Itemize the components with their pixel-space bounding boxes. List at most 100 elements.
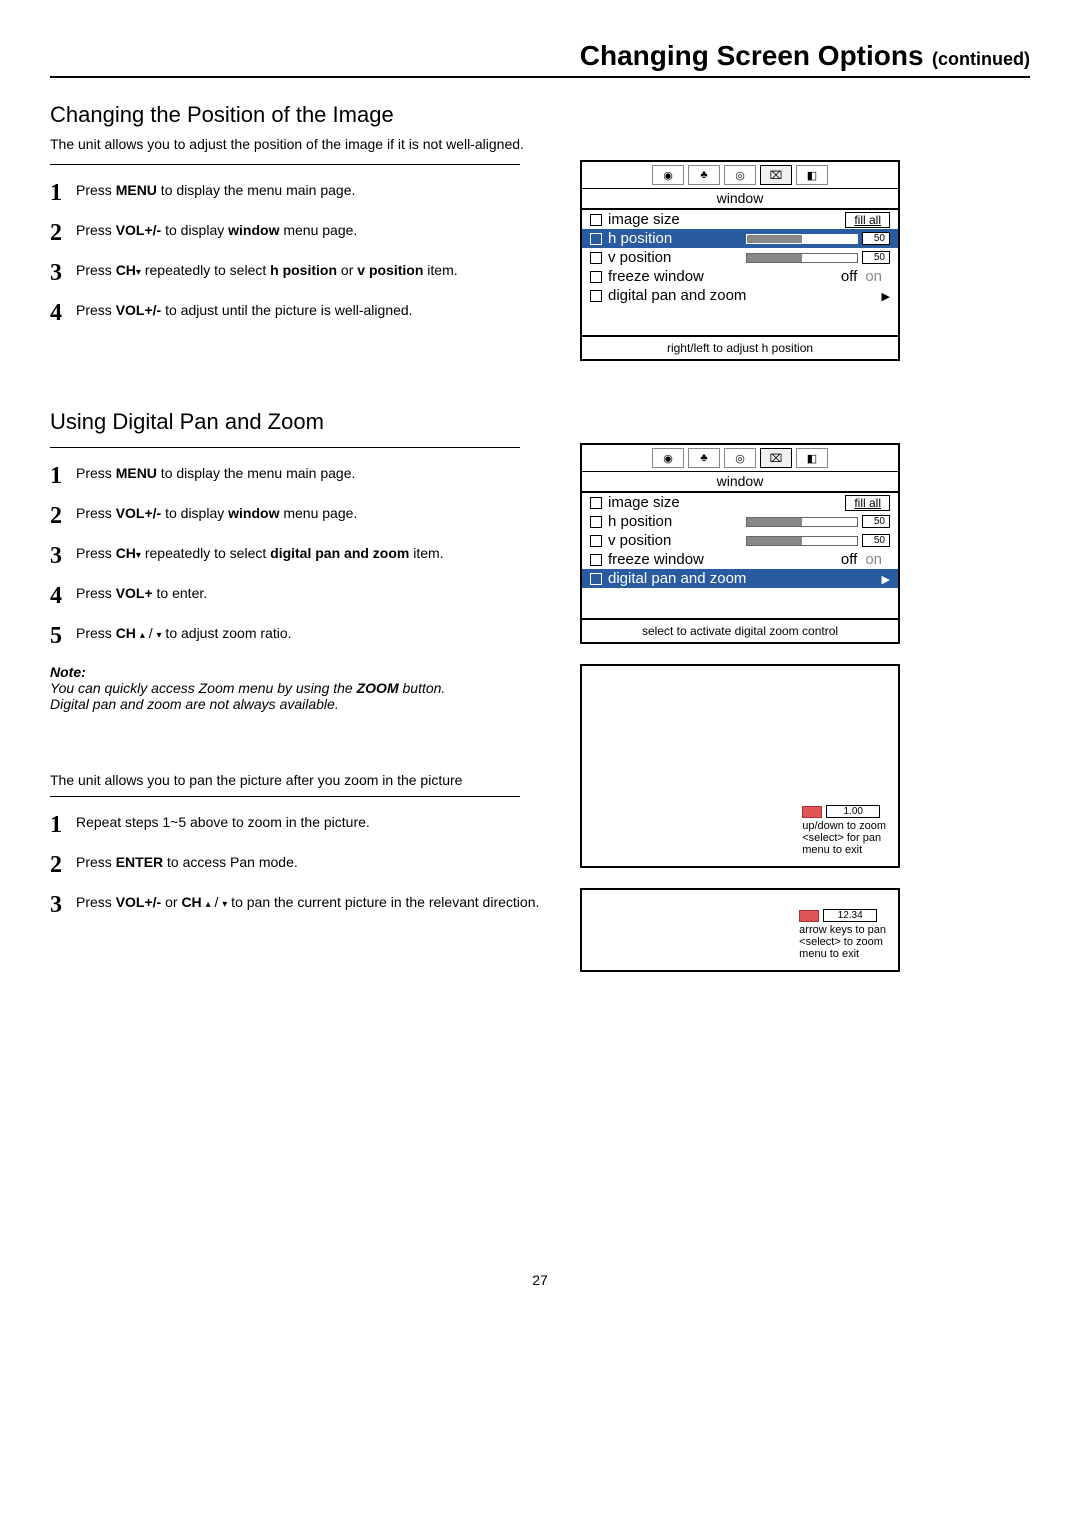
zoom-hint: up/down to zoom [802, 820, 886, 832]
osd-tab-icon: ◧ [796, 448, 828, 468]
step-number: 2 [50, 221, 76, 245]
osd-row-h-position: h position 50 [582, 512, 898, 531]
osd-value: fill all [845, 495, 890, 511]
step-text: Press VOL+/- to display window menu page… [76, 504, 357, 524]
osd-row-dpz: digital pan and zoom [582, 286, 898, 305]
osd-slider [746, 234, 858, 244]
osd-value: 50 [862, 232, 890, 245]
zoom-hint: menu to exit [799, 948, 886, 960]
step-text: Press VOL+/- or CH / to pan the current … [76, 893, 539, 913]
osd-bullet-icon [590, 516, 602, 528]
zoom-hint: arrow keys to pan [799, 924, 886, 936]
osd-subtitle: window [582, 472, 898, 493]
step: 1 Repeat steps 1~5 above to zoom in the … [50, 813, 540, 837]
osd-tab-icon: ◎ [724, 165, 756, 185]
osd-bullet-icon [590, 554, 602, 566]
osd-tab-window-icon: ⌧ [760, 448, 792, 468]
step-text: Press CH repeatedly to select h position… [76, 261, 458, 281]
osd-row-freeze: freeze window off on [582, 267, 898, 286]
chevron-up-icon [140, 625, 145, 641]
step: 3 Press CH repeatedly to select digital … [50, 544, 540, 568]
divider [50, 164, 520, 165]
step-number: 1 [50, 181, 76, 205]
step-number: 3 [50, 261, 76, 285]
osd-value: 50 [862, 515, 890, 528]
zoom-overlay: 1.00 up/down to zoom <select> for pan me… [802, 805, 886, 856]
zoom-hint: <select> for pan [802, 832, 886, 844]
osd-slider [746, 536, 858, 546]
zoom-hint: menu to exit [802, 844, 886, 856]
zoom-badge-icon [802, 806, 822, 818]
osd-tab-icon: ◉ [652, 165, 684, 185]
step-text: Press MENU to display the menu main page… [76, 181, 355, 201]
osd-tab-icon: ♣ [688, 165, 720, 185]
step: 4 Press VOL+ to enter. [50, 584, 540, 608]
chevron-right-icon [882, 570, 890, 587]
intro-text: The unit allows you to adjust the positi… [50, 136, 1030, 152]
osd-tab-bar: ◉ ♣ ◎ ⌧ ◧ [582, 445, 898, 472]
note-body: You can quickly access Zoom menu by usin… [50, 680, 540, 712]
osd-menu-window-2: ◉ ♣ ◎ ⌧ ◧ window image size fill all h p… [580, 443, 900, 644]
divider [50, 796, 520, 797]
osd-caption: right/left to adjust h position [582, 335, 898, 359]
step-text: Press VOL+/- to display window menu page… [76, 221, 357, 241]
osd-tab-icon: ◧ [796, 165, 828, 185]
step-number: 4 [50, 584, 76, 608]
osd-menu-window-1: ◉ ♣ ◎ ⌧ ◧ window image size fill all h p… [580, 160, 900, 361]
osd-tab-bar: ◉ ♣ ◎ ⌧ ◧ [582, 162, 898, 189]
page-title: Changing Screen Options [580, 40, 924, 71]
step-number: 1 [50, 464, 76, 488]
zoom-value: 1.00 [826, 805, 880, 818]
step: 4 Press VOL+/- to adjust until the pictu… [50, 301, 540, 325]
step-text: Press CH repeatedly to select digital pa… [76, 544, 444, 564]
step-number: 3 [50, 544, 76, 568]
osd-bullet-icon [590, 271, 602, 283]
chevron-right-icon [882, 287, 890, 304]
osd-tab-icon: ◎ [724, 448, 756, 468]
zoom-badge-icon [799, 910, 819, 922]
step-number: 1 [50, 813, 76, 837]
osd-bullet-icon [590, 497, 602, 509]
osd-slider [746, 517, 858, 527]
note-heading: Note: [50, 664, 540, 680]
step: 2 Press VOL+/- to display window menu pa… [50, 221, 540, 245]
page-number: 27 [50, 1272, 1030, 1288]
step: 1 Press MENU to display the menu main pa… [50, 181, 540, 205]
step-text: Press VOL+ to enter. [76, 584, 207, 604]
section-title-dpz: Using Digital Pan and Zoom [50, 409, 1030, 435]
osd-value: 50 [862, 251, 890, 264]
steps-list: 1 Press MENU to display the menu main pa… [50, 464, 540, 648]
zoom-value: 12.34 [823, 909, 877, 922]
osd-row-freeze: freeze window off on [582, 550, 898, 569]
chevron-up-icon [206, 894, 211, 910]
osd-slider [746, 253, 858, 263]
osd-row-image-size: image size fill all [582, 210, 898, 229]
osd-subtitle: window [582, 189, 898, 210]
step: 3 Press VOL+/- or CH / to pan the curren… [50, 893, 540, 917]
osd-bullet-icon [590, 214, 602, 226]
zoom-preview-1: 1.00 up/down to zoom <select> for pan me… [580, 664, 900, 868]
step-number: 4 [50, 301, 76, 325]
osd-bullet-icon [590, 573, 602, 585]
osd-bullet-icon [590, 290, 602, 302]
zoom-hint: <select> to zoom [799, 936, 886, 948]
steps-list: 1 Repeat steps 1~5 above to zoom in the … [50, 813, 540, 917]
osd-row-v-position: v position 50 [582, 248, 898, 267]
page-title-continued: (continued) [932, 49, 1030, 69]
osd-bullet-icon [590, 233, 602, 245]
osd-tab-icon: ♣ [688, 448, 720, 468]
intro-text: The unit allows you to pan the picture a… [50, 772, 540, 788]
step-text: Press VOL+/- to adjust until the picture… [76, 301, 413, 321]
step: 1 Press MENU to display the menu main pa… [50, 464, 540, 488]
step-number: 2 [50, 504, 76, 528]
osd-row-h-position: h position 50 [582, 229, 898, 248]
step-text: Press CH / to adjust zoom ratio. [76, 624, 292, 644]
osd-bullet-icon [590, 252, 602, 264]
step-text: Repeat steps 1~5 above to zoom in the pi… [76, 813, 370, 833]
divider [50, 447, 520, 448]
step-text: Press MENU to display the menu main page… [76, 464, 355, 484]
osd-bullet-icon [590, 535, 602, 547]
osd-row-dpz: digital pan and zoom [582, 569, 898, 588]
steps-list: 1 Press MENU to display the menu main pa… [50, 181, 540, 325]
step-number: 3 [50, 893, 76, 917]
